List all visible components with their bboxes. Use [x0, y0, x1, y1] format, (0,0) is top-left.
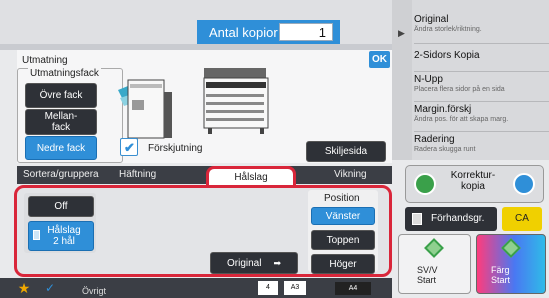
- punch-two-hole-label: Hålslag 2 hål: [47, 225, 81, 247]
- clear-all-button[interactable]: CA: [502, 207, 542, 231]
- chevron-down-icon[interactable]: ✓: [38, 278, 62, 298]
- offset-checkbox[interactable]: ✔: [120, 138, 138, 156]
- paper-size-a3: A3: [284, 281, 306, 295]
- proof-start-color-icon[interactable]: [513, 173, 535, 195]
- position-top-label: Toppen: [326, 234, 360, 246]
- start-bw-button[interactable]: SV/V Start: [398, 234, 471, 294]
- preview-icon: [412, 213, 422, 225]
- tray-group-label: Utmatningsfack: [28, 68, 101, 79]
- copies-label: Antal kopior: [209, 24, 278, 40]
- paper-size-a4: A4: [335, 282, 371, 295]
- sidebar-item-margin-shift[interactable]: Margin.förskj Ändra pos. för att skapa m…: [414, 104, 549, 132]
- sidebar-item-sub: Placera flera sidor på en sida: [414, 86, 505, 93]
- proof-copy-label: Korrektur- kopia: [450, 170, 496, 192]
- arrow-right-icon: ➡: [273, 257, 281, 268]
- copier-screen: Antal kopior 1 OK Utmatning Utmatningsfa…: [0, 0, 549, 298]
- sidebar-item-duplex[interactable]: 2-Sidors Kopia: [414, 50, 549, 72]
- proof-start-bw-icon[interactable]: [414, 173, 436, 195]
- start-diamond-icon: [424, 238, 444, 258]
- star-icon[interactable]: ★: [14, 278, 34, 298]
- sidebar-item-original[interactable]: Original Ändra storlek/riktning.: [414, 14, 549, 44]
- output-section-label: Utmatning: [22, 55, 68, 66]
- tab-folding[interactable]: Vikning: [334, 166, 367, 184]
- sidebar-item-title: Original: [414, 14, 449, 25]
- position-left-label: Vänster: [325, 210, 361, 222]
- checkmark-icon: ✔: [124, 140, 135, 155]
- tray-lower-button[interactable]: Nedre fack: [25, 136, 97, 160]
- offset-label: Förskjutning: [148, 143, 203, 154]
- punch-off-label: Off: [54, 201, 68, 212]
- tray-upper-label: Övre fack: [39, 90, 83, 101]
- punch-two-hole-button[interactable]: Hålslag 2 hål: [28, 221, 94, 251]
- other-label[interactable]: Övrigt: [82, 286, 106, 296]
- tray-middle-label: Mellan- fack: [44, 111, 78, 133]
- sidebar-item-n-up[interactable]: N-Upp Placera flera sidor på en sida: [414, 74, 549, 102]
- original-button[interactable]: Original ➡: [210, 252, 298, 274]
- start-bw-label: SV/V Start: [417, 265, 438, 285]
- printer-illustration: [118, 68, 269, 139]
- sidebar-item-title: Radering: [414, 134, 455, 145]
- sidebar-item-title: 2-Sidors Kopia: [414, 50, 480, 61]
- position-right-button[interactable]: Höger: [311, 254, 375, 274]
- punch-off-button[interactable]: Off: [28, 196, 94, 217]
- sidebar-item-title: Margin.förskj: [414, 104, 472, 115]
- sidebar-item-sub: Ändra storlek/riktning.: [414, 26, 482, 33]
- position-top-button[interactable]: Toppen: [311, 230, 375, 250]
- sidebar-item-sub: Ändra pos. för att skapa marg.: [414, 116, 509, 123]
- tray-middle-button[interactable]: Mellan- fack: [25, 109, 97, 135]
- position-label: Position: [324, 193, 360, 204]
- start-diamond-icon: [501, 238, 521, 258]
- separator-label: Skiljesida: [324, 146, 368, 157]
- sidebar-item-title: N-Upp: [414, 74, 443, 85]
- ok-button[interactable]: OK: [369, 51, 390, 68]
- copies-input[interactable]: 1: [279, 23, 333, 41]
- tray-upper-button[interactable]: Övre fack: [25, 83, 97, 108]
- paper-size-count: 4: [258, 281, 278, 295]
- finisher-icon: [127, 79, 172, 139]
- printer-icon: [203, 68, 269, 134]
- tray-lower-label: Nedre fack: [36, 142, 86, 154]
- start-color-label: Färg Start: [491, 265, 511, 285]
- start-color-button[interactable]: Färg Start: [476, 234, 546, 294]
- finishing-tabs: Sortera/gruppera Häftning Vikning: [17, 166, 392, 184]
- tab-stapling[interactable]: Häftning: [119, 166, 156, 184]
- sidebar-item-sub: Radera skugga runt: [414, 146, 476, 153]
- collapse-arrow-icon[interactable]: ▶: [398, 28, 405, 39]
- position-right-label: Höger: [329, 258, 357, 270]
- sidebar-item-erase[interactable]: Radering Radera skugga runt: [414, 134, 549, 160]
- position-left-button[interactable]: Vänster: [311, 207, 375, 225]
- tab-sort-group[interactable]: Sortera/gruppera: [23, 166, 99, 184]
- original-label: Original: [226, 257, 262, 269]
- copies-bar: Antal kopior 1: [197, 20, 340, 44]
- separator-button[interactable]: Skiljesida: [306, 141, 386, 162]
- sidebar-collapse-bar[interactable]: [392, 0, 412, 160]
- two-hole-icon: [33, 230, 40, 240]
